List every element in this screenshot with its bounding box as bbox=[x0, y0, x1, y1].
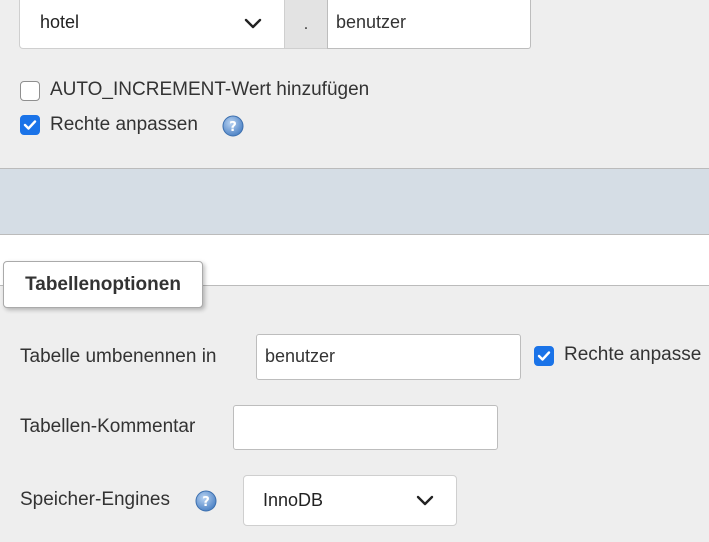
adjust-privileges-label[interactable]: Rechte anpassen bbox=[50, 114, 198, 136]
new-table-name-value: benutzer bbox=[336, 12, 407, 32]
svg-text:?: ? bbox=[229, 120, 237, 135]
rename-adjust-privileges-label[interactable]: Rechte anpasse bbox=[564, 344, 701, 366]
rename-table-value: benutzer bbox=[265, 346, 336, 366]
rename-adjust-privileges-checkbox[interactable] bbox=[534, 346, 554, 366]
chevron-down-icon bbox=[242, 14, 264, 34]
separator-dot: . bbox=[303, 14, 309, 33]
help-icon[interactable]: ? bbox=[222, 115, 244, 137]
svg-text:?: ? bbox=[202, 495, 210, 510]
storage-engine-select[interactable]: InnoDB bbox=[243, 475, 457, 526]
new-table-name-input[interactable]: benutzer bbox=[327, 0, 531, 49]
db-table-separator: . bbox=[285, 0, 327, 49]
legend-title: Tabellenoptionen bbox=[25, 273, 181, 295]
auto-increment-checkbox[interactable] bbox=[20, 81, 40, 101]
rename-table-input[interactable]: benutzer bbox=[256, 334, 521, 380]
table-comment-input[interactable] bbox=[233, 405, 498, 450]
adjust-privileges-checkbox[interactable] bbox=[20, 115, 40, 135]
comment-label: Tabellen-Kommentar bbox=[20, 416, 196, 437]
storage-engine-value: InnoDB bbox=[263, 490, 324, 510]
auto-increment-label[interactable]: AUTO_INCREMENT-Wert hinzufügen bbox=[50, 79, 369, 101]
database-select-value: hotel bbox=[40, 12, 80, 32]
storage-engine-label: Speicher-Engines bbox=[20, 489, 170, 510]
rename-label: Tabelle umbenennen in bbox=[20, 346, 217, 367]
section-header-band bbox=[0, 169, 709, 234]
fieldset-legend: Tabellenoptionen bbox=[3, 261, 203, 308]
database-select[interactable]: hotel bbox=[19, 0, 285, 49]
chevron-down-icon bbox=[414, 491, 436, 511]
help-icon[interactable]: ? bbox=[195, 490, 217, 512]
